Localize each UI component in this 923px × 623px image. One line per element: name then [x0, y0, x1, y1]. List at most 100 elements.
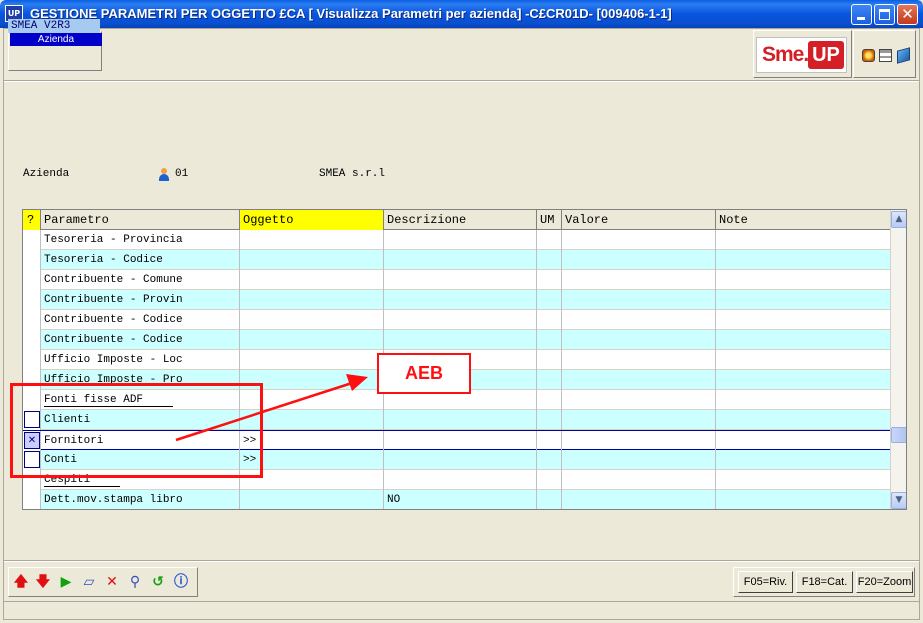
- table-row[interactable]: Tesoreria - Codice: [23, 250, 890, 270]
- valore-cell[interactable]: [562, 330, 716, 350]
- note-cell: [716, 350, 890, 370]
- note-cell: [716, 250, 890, 270]
- descrizione-cell: [384, 410, 537, 430]
- info-icon[interactable]: ⓘ: [172, 573, 190, 591]
- parametro-text: Tesoreria - Provincia: [44, 234, 183, 246]
- row-check-cell[interactable]: [23, 270, 41, 290]
- oggetto-cell[interactable]: [240, 270, 384, 290]
- logo-text-left: Sme.: [762, 43, 809, 66]
- valore-cell[interactable]: [562, 290, 716, 310]
- f05-button[interactable]: F05=Riv.: [738, 571, 793, 593]
- minimize-icon: [857, 17, 865, 20]
- column-header-descrizione[interactable]: Descrizione: [384, 210, 537, 230]
- logo-text-right: UP: [808, 41, 844, 69]
- valore-cell[interactable]: [562, 370, 716, 390]
- um-cell: [537, 310, 562, 330]
- column-header-um[interactable]: UM: [537, 210, 562, 230]
- vertical-scrollbar[interactable]: ▲ ▼: [890, 210, 906, 509]
- oggetto-cell[interactable]: [240, 290, 384, 310]
- um-cell: [537, 431, 562, 451]
- row-check-cell[interactable]: [23, 310, 41, 330]
- f20-button[interactable]: F20=Zoom: [856, 571, 913, 593]
- valore-cell[interactable]: [562, 250, 716, 270]
- note-cell: [716, 431, 890, 451]
- column-header-oggetto[interactable]: Oggetto: [240, 210, 384, 230]
- parametro-text: Tesoreria - Codice: [44, 254, 163, 266]
- maximize-button[interactable]: [874, 4, 895, 25]
- search-icon[interactable]: ⚲: [126, 573, 144, 591]
- f18-button[interactable]: F18=Cat.: [796, 571, 853, 593]
- descrizione-cell: [384, 230, 537, 250]
- valore-cell[interactable]: [562, 450, 716, 470]
- table-row[interactable]: Contribuente - Comune: [23, 270, 890, 290]
- close-button[interactable]: ✕: [897, 4, 918, 25]
- play-icon[interactable]: ▶: [57, 573, 75, 591]
- note-cell: [716, 290, 890, 310]
- parametro-text: Contribuente - Codice: [44, 334, 183, 346]
- row-check-cell[interactable]: [23, 290, 41, 310]
- scroll-down-icon[interactable]: ▼: [891, 492, 906, 509]
- refresh-icon[interactable]: ↺: [149, 573, 167, 591]
- note-cell: [716, 450, 890, 470]
- annotation-label: AEB: [377, 353, 471, 394]
- parametro-text: Contribuente - Comune: [44, 274, 183, 286]
- descrizione-cell: [384, 250, 537, 270]
- parametro-cell: Contribuente - Provin: [41, 290, 240, 310]
- um-cell: [537, 290, 562, 310]
- valore-cell[interactable]: [562, 310, 716, 330]
- context-code: 01: [175, 168, 189, 180]
- oggetto-cell[interactable]: [240, 330, 384, 350]
- table-row[interactable]: Contribuente - Provin: [23, 290, 890, 310]
- oggetto-cell[interactable]: [240, 350, 384, 370]
- row-check-cell[interactable]: [23, 490, 41, 509]
- scroll-up-icon[interactable]: ▲: [891, 211, 906, 228]
- valore-cell[interactable]: [562, 490, 716, 509]
- descrizione-cell: [384, 470, 537, 490]
- note-cell: [716, 470, 890, 490]
- valore-cell[interactable]: [562, 230, 716, 250]
- status-bar: [4, 601, 919, 619]
- column-header-parametro[interactable]: Parametro: [41, 210, 240, 230]
- azienda-panel-value[interactable]: SMEA V2R3: [8, 19, 100, 33]
- delete-icon[interactable]: ✕: [103, 573, 121, 591]
- column-header-check[interactable]: ?: [23, 210, 41, 230]
- valore-cell[interactable]: [562, 390, 716, 410]
- eraser-icon[interactable]: ▱: [80, 573, 98, 591]
- row-check-cell[interactable]: [23, 330, 41, 350]
- um-cell: [537, 470, 562, 490]
- title-bar: UP GESTIONE PARAMETRI PER OGGETTO £CA [ …: [0, 0, 923, 28]
- valore-cell[interactable]: [562, 350, 716, 370]
- valore-cell[interactable]: [562, 410, 716, 430]
- row-check-cell[interactable]: [23, 230, 41, 250]
- parametro-text: Dett.mov.stampa libro: [44, 494, 183, 506]
- valore-cell[interactable]: [562, 270, 716, 290]
- valore-cell[interactable]: [562, 431, 716, 451]
- table-row[interactable]: Contribuente - Codice: [23, 330, 890, 350]
- descrizione-cell: [384, 330, 537, 350]
- um-cell: [537, 450, 562, 470]
- row-check-cell[interactable]: [23, 250, 41, 270]
- table-row[interactable]: Contribuente - Codice: [23, 310, 890, 330]
- column-header-valore[interactable]: Valore: [562, 210, 716, 230]
- column-header-note[interactable]: Note: [716, 210, 890, 230]
- palette-icon[interactable]: [862, 49, 875, 62]
- row-check-cell[interactable]: [23, 350, 41, 370]
- um-cell: [537, 250, 562, 270]
- scroll-thumb[interactable]: [891, 427, 906, 443]
- note-cell: [716, 310, 890, 330]
- table-row[interactable]: Tesoreria - Provincia: [23, 230, 890, 250]
- minimize-button[interactable]: [851, 4, 872, 25]
- header-separator: [4, 80, 919, 82]
- parametro-text: Contribuente - Codice: [44, 314, 183, 326]
- oggetto-cell[interactable]: [240, 310, 384, 330]
- oggetto-cell[interactable]: [240, 250, 384, 270]
- table-row[interactable]: Dett.mov.stampa libro NO: [23, 490, 890, 509]
- arrow-down-icon[interactable]: 🡇: [34, 573, 52, 591]
- oggetto-cell[interactable]: [240, 230, 384, 250]
- descrizione-cell: [384, 290, 537, 310]
- parametro-text: Ufficio Imposte - Loc: [44, 354, 183, 366]
- document-icon[interactable]: [879, 49, 892, 62]
- valore-cell[interactable]: [562, 470, 716, 490]
- arrow-up-icon[interactable]: 🡅: [12, 573, 30, 591]
- oggetto-cell[interactable]: [240, 490, 384, 509]
